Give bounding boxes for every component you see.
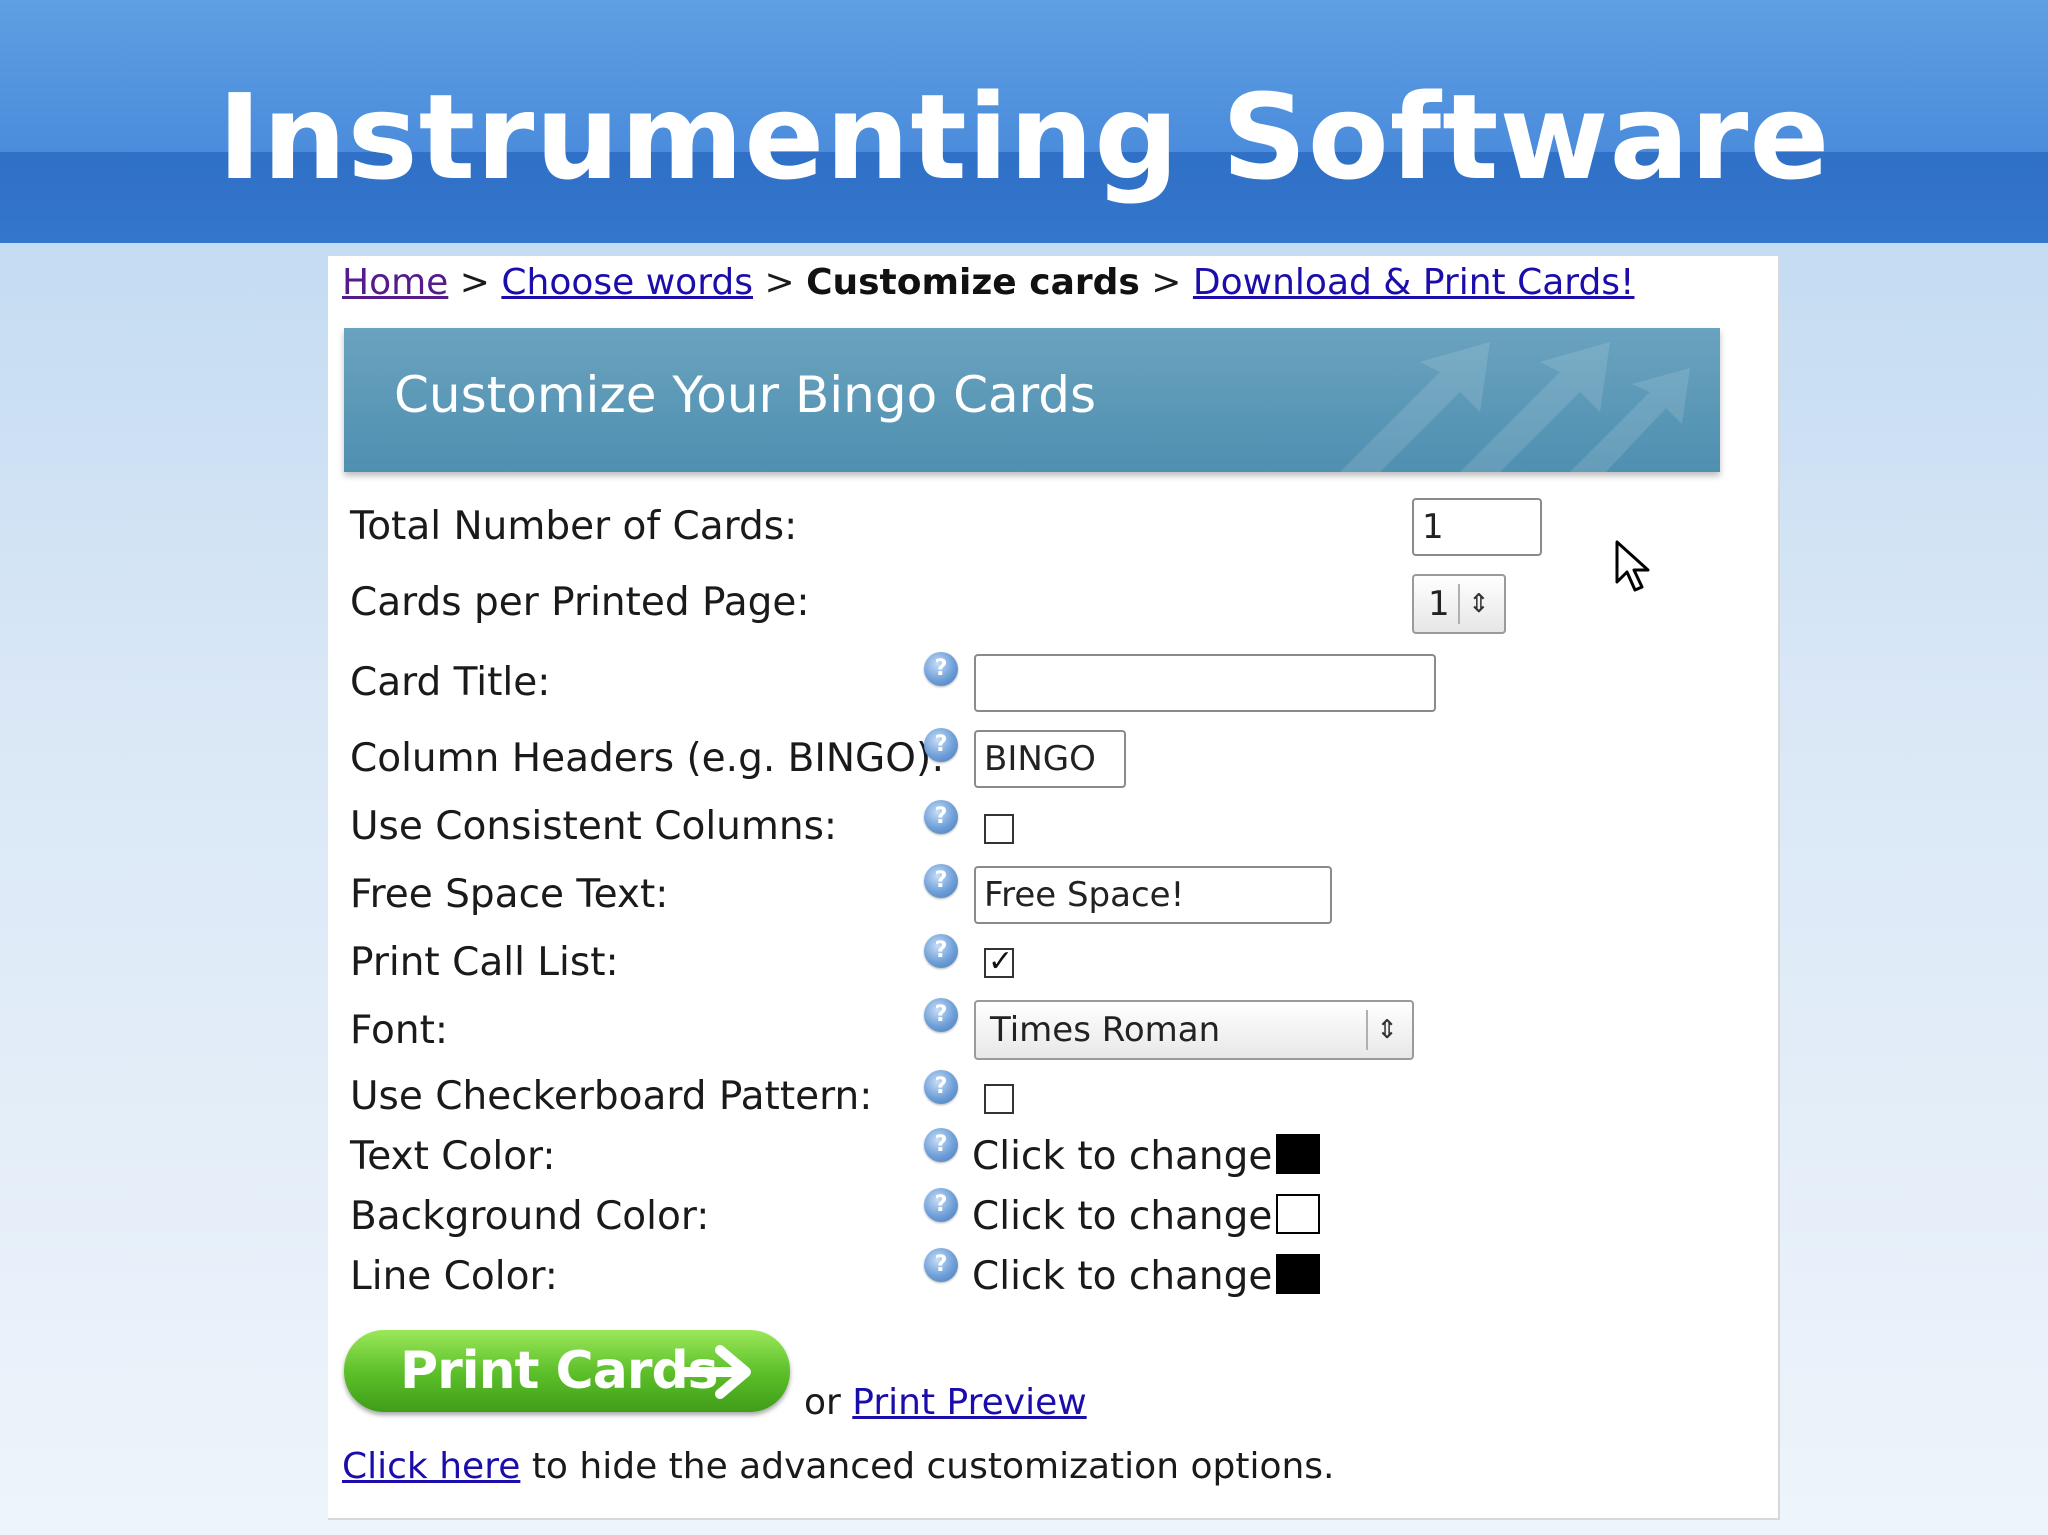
line-color-label: Line Color: xyxy=(350,1254,558,1299)
font-select-value: Times Roman xyxy=(990,1010,1221,1050)
text-color-label: Text Color: xyxy=(350,1134,556,1179)
mouse-pointer-icon xyxy=(1615,540,1650,592)
or-text: or xyxy=(804,1382,841,1423)
help-icon[interactable]: ? xyxy=(924,1070,958,1104)
background-color-label: Background Color: xyxy=(350,1194,710,1239)
select-divider xyxy=(1366,1010,1368,1050)
font-label: Font: xyxy=(350,1008,449,1053)
print-call-list-checkbox[interactable]: ✓ xyxy=(984,944,1014,979)
column-headers-input[interactable]: BINGO xyxy=(974,730,1126,788)
print-call-list-label: Print Call List: xyxy=(350,940,619,985)
column-headers-label: Column Headers (e.g. BINGO): xyxy=(350,736,945,781)
slide-title: Instrumenting Software xyxy=(217,68,1831,206)
font-select[interactable]: Times Roman ⇕ xyxy=(974,1000,1414,1060)
arrow-right-icon xyxy=(680,1345,751,1399)
total-cards-label: Total Number of Cards: xyxy=(350,504,798,549)
breadcrumb-choose-words-link[interactable]: Choose words xyxy=(501,262,753,303)
help-icon[interactable]: ? xyxy=(924,998,958,1032)
checkerboard-checkbox[interactable] xyxy=(984,1084,1014,1114)
slide-header: Instrumenting Software xyxy=(0,0,2048,243)
card-title-input[interactable] xyxy=(974,654,1436,712)
help-icon[interactable]: ? xyxy=(924,728,958,762)
total-cards-input[interactable]: 1 xyxy=(1412,498,1542,556)
click-here-link[interactable]: Click here xyxy=(342,1446,520,1487)
help-icon[interactable]: ? xyxy=(924,1128,958,1162)
free-space-label: Free Space Text: xyxy=(350,872,669,917)
banner-arrows-decoration xyxy=(1340,342,1690,472)
hide-options-text: to hide the advanced customization optio… xyxy=(531,1446,1335,1487)
breadcrumb-separator: > xyxy=(1151,262,1182,303)
checkerboard-label: Use Checkerboard Pattern: xyxy=(350,1074,873,1119)
help-icon[interactable]: ? xyxy=(924,800,958,834)
text-color-swatch[interactable] xyxy=(1276,1134,1320,1174)
cards-per-page-label: Cards per Printed Page: xyxy=(350,580,810,625)
checkmark-icon: ✓ xyxy=(988,944,1014,979)
breadcrumb-home-link[interactable]: Home xyxy=(342,262,448,303)
bingo-customize-panel: Home > Choose words > Customize cards > … xyxy=(328,256,1780,1520)
card-title-label: Card Title: xyxy=(350,660,551,705)
breadcrumb: Home > Choose words > Customize cards > … xyxy=(342,262,1634,303)
cards-per-page-select[interactable]: 1 ⇕ xyxy=(1412,574,1506,634)
print-cards-button[interactable]: Print Cards xyxy=(344,1330,790,1412)
breadcrumb-separator: > xyxy=(764,262,795,303)
page-banner: Customize Your Bingo Cards xyxy=(344,328,1720,472)
help-icon[interactable]: ? xyxy=(924,652,958,686)
print-cards-label: Print Cards xyxy=(400,1341,719,1401)
print-preview-line: or Print Preview xyxy=(804,1382,1087,1423)
breadcrumb-separator: > xyxy=(459,262,490,303)
breadcrumb-download-link[interactable]: Download & Print Cards! xyxy=(1193,262,1635,303)
background-color-change-text[interactable]: Click to change: xyxy=(972,1194,1286,1239)
cards-per-page-value: 1 xyxy=(1428,584,1450,624)
help-icon[interactable]: ? xyxy=(924,1188,958,1222)
select-divider xyxy=(1458,584,1460,624)
print-preview-link[interactable]: Print Preview xyxy=(852,1382,1086,1423)
banner-title: Customize Your Bingo Cards xyxy=(394,366,1097,424)
background-color-swatch[interactable] xyxy=(1276,1194,1320,1234)
consistent-columns-label: Use Consistent Columns: xyxy=(350,804,838,849)
line-color-change-text[interactable]: Click to change: xyxy=(972,1254,1286,1299)
breadcrumb-current: Customize cards xyxy=(806,262,1140,303)
updown-arrows-icon: ⇕ xyxy=(1376,1015,1398,1045)
help-icon[interactable]: ? xyxy=(924,934,958,968)
help-icon[interactable]: ? xyxy=(924,1248,958,1282)
hide-options-line: Click here to hide the advanced customiz… xyxy=(342,1446,1334,1487)
free-space-input[interactable]: Free Space! xyxy=(974,866,1332,924)
consistent-columns-checkbox[interactable] xyxy=(984,814,1014,844)
text-color-change-text[interactable]: Click to change: xyxy=(972,1134,1286,1179)
help-icon[interactable]: ? xyxy=(924,864,958,898)
line-color-swatch[interactable] xyxy=(1276,1254,1320,1294)
updown-arrows-icon: ⇕ xyxy=(1468,589,1490,619)
